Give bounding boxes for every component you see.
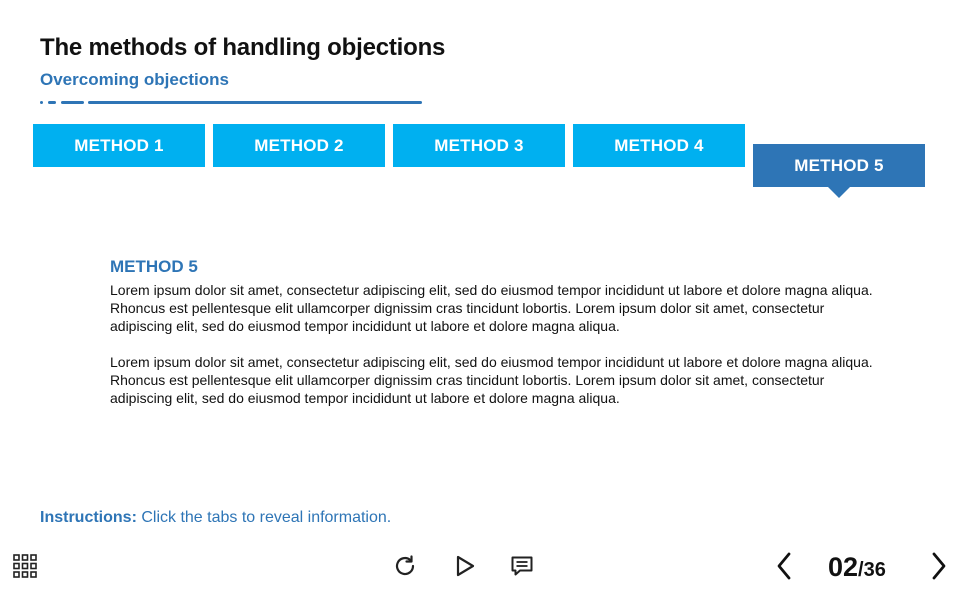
player-controls-bar: 02/36: [0, 540, 960, 590]
grid-menu-icon[interactable]: [12, 553, 38, 579]
instructions: Instructions: Click the tabs to reveal i…: [40, 509, 391, 527]
page-total: 36: [863, 559, 886, 581]
content-paragraph: Lorem ipsum dolor sit amet, consectetur …: [110, 354, 873, 406]
chevron-right-icon[interactable]: [925, 550, 953, 582]
tab-content-panel: METHOD 5 Lorem ipsum dolor sit amet, con…: [110, 257, 890, 425]
tab-label: METHOD 5: [794, 155, 884, 175]
tab-method-3[interactable]: METHOD 3: [393, 124, 565, 167]
tab-method-5[interactable]: METHOD 5: [753, 144, 925, 198]
page-subtitle: Overcoming objections: [40, 70, 229, 89]
instructions-text: Click the tabs to reveal information.: [136, 509, 392, 526]
tab-method-4[interactable]: METHOD 4: [573, 124, 745, 167]
tab-method-1[interactable]: METHOD 1: [33, 124, 205, 167]
replay-icon[interactable]: [391, 552, 419, 580]
active-tab-pointer: [828, 187, 850, 198]
tab-label: METHOD 4: [614, 135, 704, 155]
chevron-left-icon[interactable]: [770, 550, 798, 582]
content-paragraph: Lorem ipsum dolor sit amet, consectetur …: [110, 282, 873, 334]
instructions-label: Instructions:: [40, 509, 137, 526]
page-current: 02: [828, 552, 859, 582]
comment-icon[interactable]: [508, 552, 536, 580]
tab-label: METHOD 2: [254, 135, 344, 155]
tab-label: METHOD 1: [74, 135, 164, 155]
content-heading: METHOD 5: [110, 257, 198, 276]
page-title: The methods of handling objections: [40, 34, 446, 61]
page-counter: 02/36: [828, 552, 886, 583]
tab-label: METHOD 3: [434, 135, 524, 155]
tab-method-2[interactable]: METHOD 2: [213, 124, 385, 167]
play-icon[interactable]: [451, 552, 479, 580]
